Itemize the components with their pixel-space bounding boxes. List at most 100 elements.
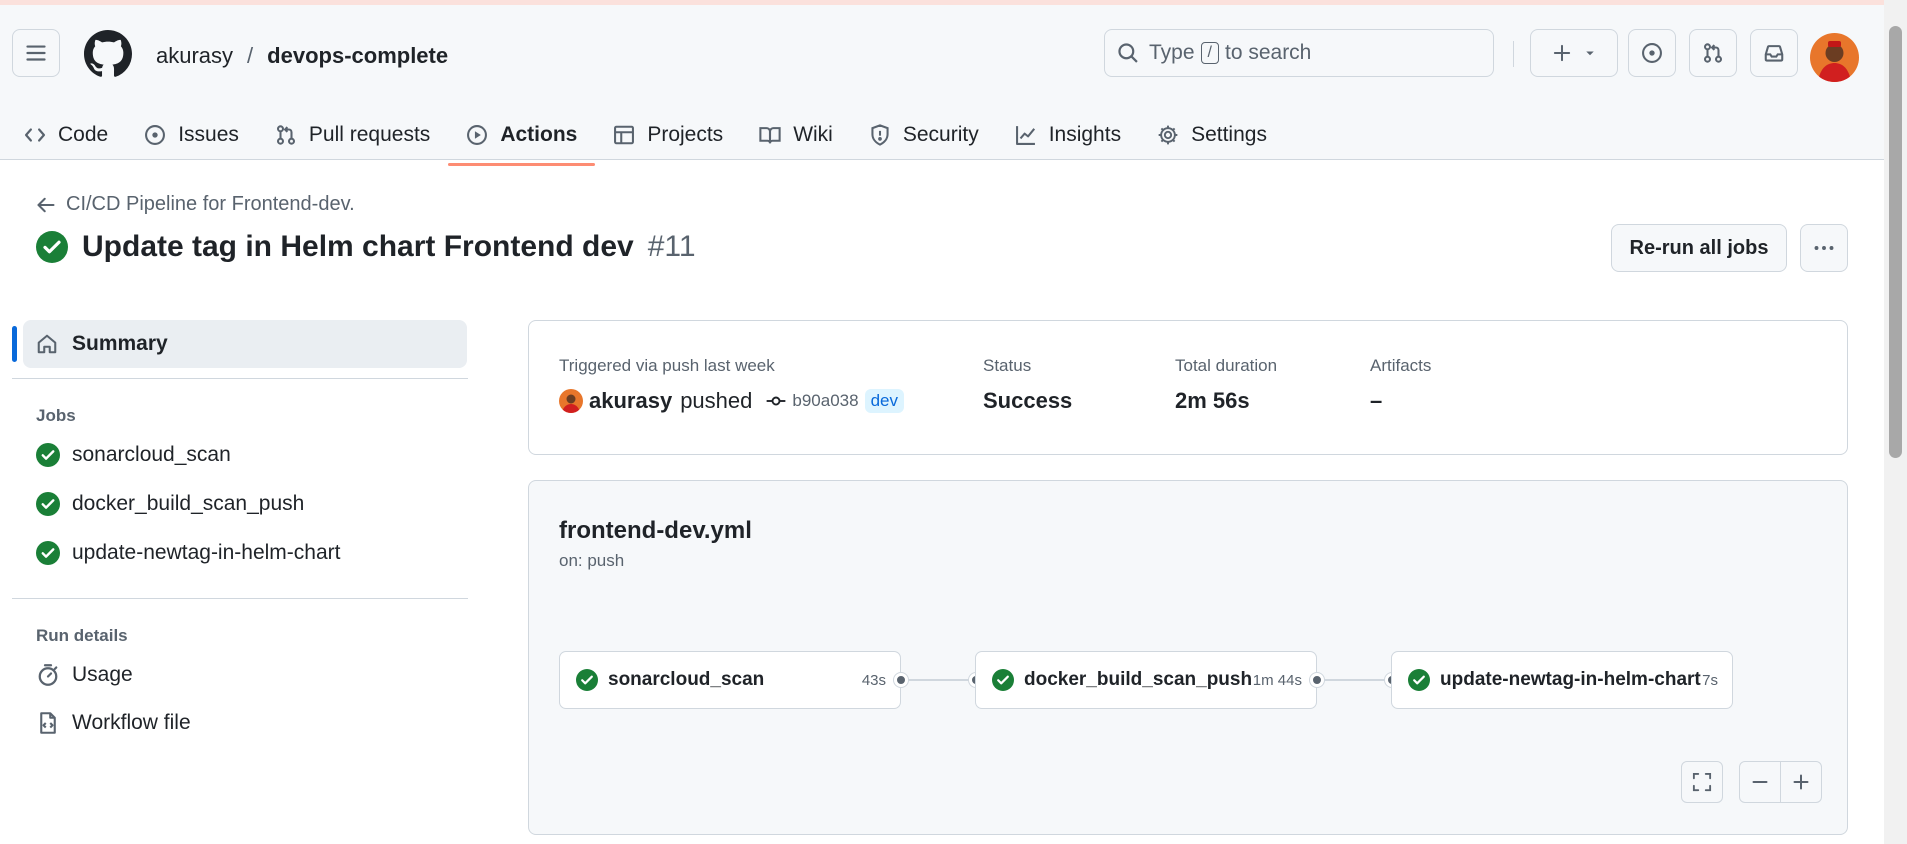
- tab-label: Issues: [178, 123, 239, 146]
- sidebar-job-label: docker_build_scan_push: [72, 492, 305, 515]
- check-circle-fill-icon: [36, 492, 60, 516]
- job-node[interactable]: update-newtag-in-helm-chart 7s: [1391, 651, 1733, 709]
- commit-sha: b90a038: [792, 391, 859, 410]
- tab-label: Actions: [500, 123, 578, 146]
- hamburger-icon: [26, 45, 46, 61]
- sidebar-item-workflow-file[interactable]: Workflow file: [36, 711, 191, 735]
- run-number: #11: [647, 230, 696, 263]
- workflow-trigger: on: push: [559, 551, 625, 570]
- git-commit-icon: [767, 396, 786, 406]
- branch-badge[interactable]: dev: [864, 389, 904, 413]
- sidebar-job-label: update-newtag-in-helm-chart: [72, 541, 341, 564]
- tab-label: Security: [902, 123, 979, 146]
- fullscreen-button[interactable]: [1681, 761, 1723, 803]
- check-circle-fill-icon: [576, 669, 598, 691]
- graph-icon: [1015, 126, 1035, 145]
- user-avatar[interactable]: [1810, 33, 1859, 82]
- tab-label: Settings: [1191, 123, 1267, 146]
- commit-link[interactable]: b90a038: [766, 391, 859, 411]
- file-code-icon: [40, 712, 56, 734]
- job-node[interactable]: sonarcloud_scan 43s: [559, 651, 901, 709]
- search-shortcut-key: /: [1200, 42, 1219, 64]
- pull-requests-shortcut-button[interactable]: [1689, 29, 1737, 77]
- trigger-value: akurasy pushed b90a038 dev: [559, 388, 904, 414]
- repo-link[interactable]: devops-complete: [267, 43, 448, 69]
- status-label: Status: [983, 356, 1032, 375]
- header-divider: [1513, 41, 1514, 67]
- tab-settings[interactable]: Settings: [1139, 111, 1285, 159]
- search-placeholder-suffix: to search: [1224, 41, 1312, 64]
- status-value: Success: [983, 388, 1073, 413]
- jobs-heading: Jobs: [36, 406, 76, 425]
- zoom-out-button[interactable]: [1739, 761, 1781, 803]
- job-duration: 43s: [861, 671, 886, 689]
- sidebar-item-label: Summary: [72, 332, 168, 355]
- screen-full-icon: [1692, 772, 1712, 792]
- tab-issues[interactable]: Issues: [126, 111, 257, 159]
- job-name: update-newtag-in-helm-chart: [1440, 669, 1701, 690]
- tab-insights[interactable]: Insights: [997, 111, 1139, 159]
- tab-label: Code: [58, 123, 109, 146]
- run-title-row: Update tag in Helm chart Frontend dev #1…: [36, 230, 696, 264]
- artifacts-label: Artifacts: [1370, 356, 1432, 375]
- tab-security[interactable]: Security: [851, 111, 997, 159]
- job-duration: 7s: [1702, 671, 1718, 689]
- check-circle-fill-icon: [992, 669, 1014, 691]
- tab-projects[interactable]: Projects: [595, 111, 741, 159]
- job-connector-dot: [1310, 673, 1324, 687]
- scrollbar-thumb[interactable]: [1889, 26, 1902, 458]
- actor-link[interactable]: akurasy: [589, 388, 672, 414]
- workflow-graph-card: frontend-dev.yml on: push sonarcloud_sca…: [528, 480, 1848, 835]
- check-circle-fill-icon: [36, 541, 60, 565]
- search-input[interactable]: Type / to search: [1104, 29, 1494, 77]
- plus-icon: [1553, 44, 1571, 62]
- job-connector-line: [1324, 679, 1386, 681]
- gear-icon: [1158, 125, 1178, 145]
- sidebar-job-label: sonarcloud_scan: [72, 443, 231, 466]
- tab-pull-requests[interactable]: Pull requests: [257, 111, 448, 159]
- owner-link[interactable]: akurasy: [156, 43, 233, 69]
- tab-code[interactable]: Code: [6, 111, 126, 159]
- tab-wiki[interactable]: Wiki: [741, 111, 851, 159]
- github-logo-icon[interactable]: [84, 30, 132, 78]
- sidebar-job-item[interactable]: update-newtag-in-helm-chart: [36, 541, 340, 565]
- actor-avatar[interactable]: [559, 389, 583, 413]
- git-pull-request-icon: [1703, 43, 1723, 63]
- more-options-button[interactable]: [1800, 224, 1848, 272]
- action-text: pushed: [680, 388, 753, 413]
- page-scrollbar[interactable]: [1884, 0, 1907, 844]
- job-connector-dot: [894, 673, 908, 687]
- job-name: sonarcloud_scan: [608, 669, 765, 690]
- menu-button[interactable]: [12, 29, 60, 77]
- job-node[interactable]: docker_build_scan_push 1m 44s: [975, 651, 1317, 709]
- book-icon: [759, 127, 781, 144]
- tab-label: Insights: [1048, 123, 1122, 146]
- job-name: docker_build_scan_push: [1024, 669, 1253, 690]
- tab-actions[interactable]: Actions: [448, 111, 596, 166]
- breadcrumb-separator: /: [247, 43, 254, 68]
- active-indicator: [12, 326, 17, 362]
- page-title: Update tag in Helm chart Frontend dev: [82, 230, 634, 263]
- zoom-in-button[interactable]: [1780, 761, 1822, 803]
- tab-label: Wiki: [793, 123, 833, 146]
- sidebar-item-label: Workflow file: [72, 711, 191, 734]
- job-connector-line: [908, 679, 970, 681]
- artifacts-value: –: [1370, 388, 1383, 413]
- duration-value: 2m 56s: [1175, 388, 1250, 413]
- code-icon: [24, 128, 46, 142]
- sidebar-job-item[interactable]: docker_build_scan_push: [36, 492, 304, 516]
- back-link-label: CI/CD Pipeline for Frontend-dev.: [66, 193, 355, 215]
- rerun-all-jobs-button[interactable]: Re-run all jobs: [1611, 224, 1787, 272]
- sidebar-item-usage[interactable]: Usage: [36, 663, 133, 687]
- issues-shortcut-button[interactable]: [1628, 29, 1676, 77]
- sidebar-item-summary[interactable]: Summary: [23, 320, 467, 368]
- back-to-workflow-link[interactable]: CI/CD Pipeline for Frontend-dev.: [36, 193, 355, 216]
- play-icon: [467, 125, 488, 145]
- inbox-button[interactable]: [1750, 29, 1798, 77]
- sidebar-job-item[interactable]: sonarcloud_scan: [36, 443, 231, 467]
- create-new-button[interactable]: [1530, 29, 1618, 77]
- artifacts-info: Artifacts –: [1370, 356, 1431, 414]
- repo-tab-bar: Code Issues Pull requests Actions Projec…: [0, 111, 1285, 166]
- shield-icon: [871, 124, 889, 146]
- home-icon: [37, 334, 57, 354]
